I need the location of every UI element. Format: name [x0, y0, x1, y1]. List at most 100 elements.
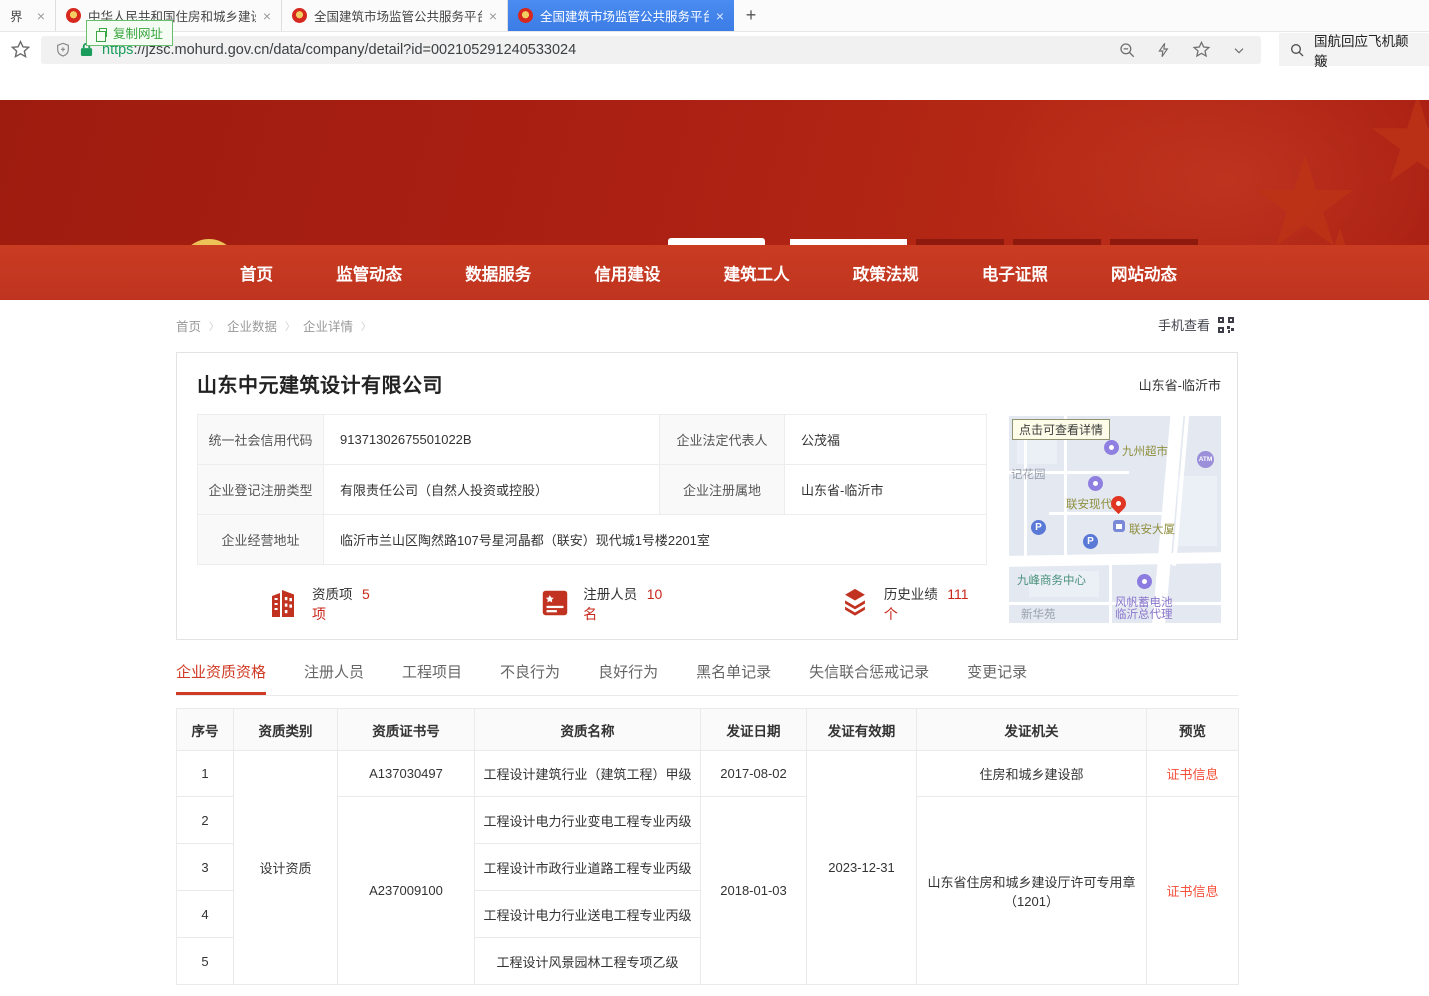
tab-dishonesty-records[interactable]: 失信联合惩戒记录 [809, 661, 929, 695]
map-parking-icon: P [1083, 534, 1098, 549]
table-row: 企业登记注册类型 有限责任公司（自然人投资或控股） 企业注册属地 山东省-临沂市 [198, 465, 987, 515]
table-row: 统一社会信用代码 91371302675501022B 企业法定代表人 公茂福 [198, 415, 987, 465]
valid-until-cell: 2023-12-31 [807, 751, 917, 985]
seq-cell: 5 [177, 938, 234, 985]
building-icon [266, 586, 300, 620]
nav-item-home[interactable]: 首页 [240, 261, 273, 285]
col-valid-until: 发证有效期 [807, 709, 917, 751]
credit-code-value: 91371302675501022B [324, 415, 660, 465]
browser-tab-jzsc[interactable]: 全国建筑市场监管公共服务平台 [282, 0, 508, 31]
stat-label: 注册人员 [583, 587, 637, 602]
tab-title: 界 [10, 6, 30, 25]
browser-tab-partial[interactable]: 界 [0, 0, 56, 31]
tab-change-records[interactable]: 变更记录 [967, 661, 1027, 695]
new-tab-button[interactable] [734, 0, 768, 31]
tab-blacklist[interactable]: 黑名单记录 [696, 661, 771, 695]
url-path: ://jzsc.mohurd.gov.cn/data/company/detai… [133, 42, 576, 58]
seq-cell: 3 [177, 844, 234, 891]
reg-region-label: 企业注册属地 [660, 465, 785, 515]
platform-qr-code [668, 238, 765, 245]
company-name: 山东中元建筑设计有限公司 [197, 369, 443, 398]
address-omnibox[interactable]: https://jzsc.mohurd.gov.cn/data/company/… [41, 36, 1261, 64]
stat-label: 资质项 [312, 587, 353, 602]
nav-item-policy[interactable]: 政策法规 [853, 261, 919, 285]
map-road [1009, 552, 1221, 567]
map-pin-icon [1088, 476, 1103, 491]
authority-cell: 住房和城乡建设部 [917, 751, 1147, 797]
issue-date-cell: 2018-01-03 [701, 797, 807, 985]
col-seq: 序号 [177, 709, 234, 751]
browser-window: 界 中华人民共和国住房和城乡建设 全国建筑市场监管公共服务平台 全国建筑市场监管… [0, 0, 1429, 996]
map-road [1109, 565, 1112, 623]
company-location-map[interactable]: 点击可查看详情 九州超市 ATM 记花园 联安现代城 联安大厦 P P 九峰商务… [1009, 416, 1221, 623]
mobile-view-control[interactable]: 手机查看 [1158, 315, 1234, 334]
nav-item-e-license[interactable]: 电子证照 [982, 261, 1048, 285]
authority-cell: 山东省住房和城乡建设厅许可专用章（1201） [917, 797, 1147, 985]
breadcrumb-enterprise-detail[interactable]: 企业详情 [303, 316, 353, 335]
tab-close-icon[interactable] [263, 9, 271, 23]
table-row: 企业经营地址 临沂市兰山区陶然路107号星河晶都（联安）现代城1号楼2201室 [198, 515, 987, 565]
legal-rep-label: 企业法定代表人 [660, 415, 785, 465]
nav-item-workers[interactable]: 建筑工人 [724, 261, 790, 285]
flash-extension-icon[interactable] [1156, 41, 1172, 59]
company-region: 山东省-临沂市 [1139, 375, 1221, 394]
chevron-down-icon[interactable] [1231, 42, 1247, 58]
tab-title: 全国建筑市场监管公共服务平台 [314, 6, 482, 25]
tab-close-icon[interactable] [37, 9, 45, 23]
nav-item-supervision[interactable]: 监管动态 [336, 261, 402, 285]
preview-cell: 证书信息 [1147, 751, 1239, 797]
qual-name-cell: 工程设计建筑行业（建筑工程）甲级 [475, 751, 701, 797]
map-label-supermarket: 九州超市 [1122, 443, 1168, 459]
reg-type-label: 企业登记注册类型 [198, 465, 324, 515]
issue-date-cell: 2017-08-02 [701, 751, 807, 797]
reg-type-value: 有限责任公司（自然人投资或控股） [324, 465, 660, 515]
browser-quick-search[interactable]: 国航回应飞机颠簸 [1279, 33, 1429, 66]
certificate-info-link[interactable]: 证书信息 [1166, 767, 1218, 782]
tab-close-icon[interactable] [716, 9, 724, 23]
tab-good-behavior[interactable]: 良好行为 [598, 661, 658, 695]
col-qual-name: 资质名称 [475, 709, 701, 751]
address-label: 企业经营地址 [198, 515, 324, 565]
stat-label: 历史业绩 [884, 587, 938, 602]
tab-close-icon[interactable] [489, 9, 497, 23]
col-preview: 预览 [1147, 709, 1239, 751]
stat-registered-personnel[interactable]: 注册人员 10 名 [539, 583, 680, 624]
tab-qualifications[interactable]: 企业资质资格 [176, 661, 266, 695]
browser-tab-active[interactable]: 全国建筑市场监管公共服务平台 [508, 0, 734, 31]
map-label-xinhua: 新华苑 [1021, 606, 1056, 622]
omnibox-action-icons [1118, 40, 1247, 59]
tab-registered-personnel[interactable]: 注册人员 [304, 661, 364, 695]
qr-code-icon [1218, 317, 1234, 333]
site-header: 中华人民共和国住房和城乡建设部 www.mohurd.gov.cn 全国建筑市场… [0, 100, 1429, 245]
browser-tab-bar: 界 中华人民共和国住房和城乡建设 全国建筑市场监管公共服务平台 全国建筑市场监管… [0, 0, 1429, 32]
tab-projects[interactable]: 工程项目 [402, 661, 462, 695]
map-road [1024, 426, 1027, 556]
map-building-icon [1113, 520, 1125, 532]
table-row: 1 设计资质 A137030497 工程设计建筑行业（建筑工程）甲级 2017-… [177, 751, 1239, 797]
certificate-info-link[interactable]: 证书信息 [1166, 884, 1218, 899]
breadcrumb-enterprise-data[interactable]: 企业数据 [227, 316, 277, 335]
favorite-star-icon[interactable] [1192, 40, 1211, 59]
certificate-icon [539, 587, 571, 619]
nav-item-data-service[interactable]: 数据服务 [465, 261, 531, 285]
stat-qualifications[interactable]: 资质项 5 项 [266, 583, 387, 624]
map-label-garden: 记花园 [1011, 466, 1046, 482]
breadcrumb-separator-icon [209, 318, 219, 333]
nav-item-credit[interactable]: 信用建设 [594, 261, 660, 285]
company-info-table: 统一社会信用代码 91371302675501022B 企业法定代表人 公茂福 … [197, 414, 987, 565]
search-icon [1289, 42, 1305, 58]
site-favicon-icon [518, 8, 533, 23]
tab-bad-behavior[interactable]: 不良行为 [500, 661, 560, 695]
bookmark-star-icon[interactable] [10, 39, 31, 60]
map-atm-icon: ATM [1197, 451, 1214, 468]
breadcrumb-home[interactable]: 首页 [176, 316, 201, 335]
nav-item-site-news[interactable]: 网站动态 [1111, 261, 1177, 285]
stat-historical-projects[interactable]: 历史业绩 111 个 [838, 583, 986, 624]
shield-permissions-icon[interactable] [55, 42, 71, 58]
table-header-row: 序号 资质类别 资质证书号 资质名称 发证日期 发证有效期 发证机关 预览 [177, 709, 1239, 751]
qual-name-cell: 工程设计市政行业道路工程专业丙级 [475, 844, 701, 891]
map-pin-icon [1104, 440, 1119, 455]
zoom-out-icon[interactable] [1118, 41, 1136, 59]
page-url[interactable]: https://jzsc.mohurd.gov.cn/data/company/… [102, 42, 576, 58]
copy-url-label: 复制网址 [113, 23, 163, 42]
